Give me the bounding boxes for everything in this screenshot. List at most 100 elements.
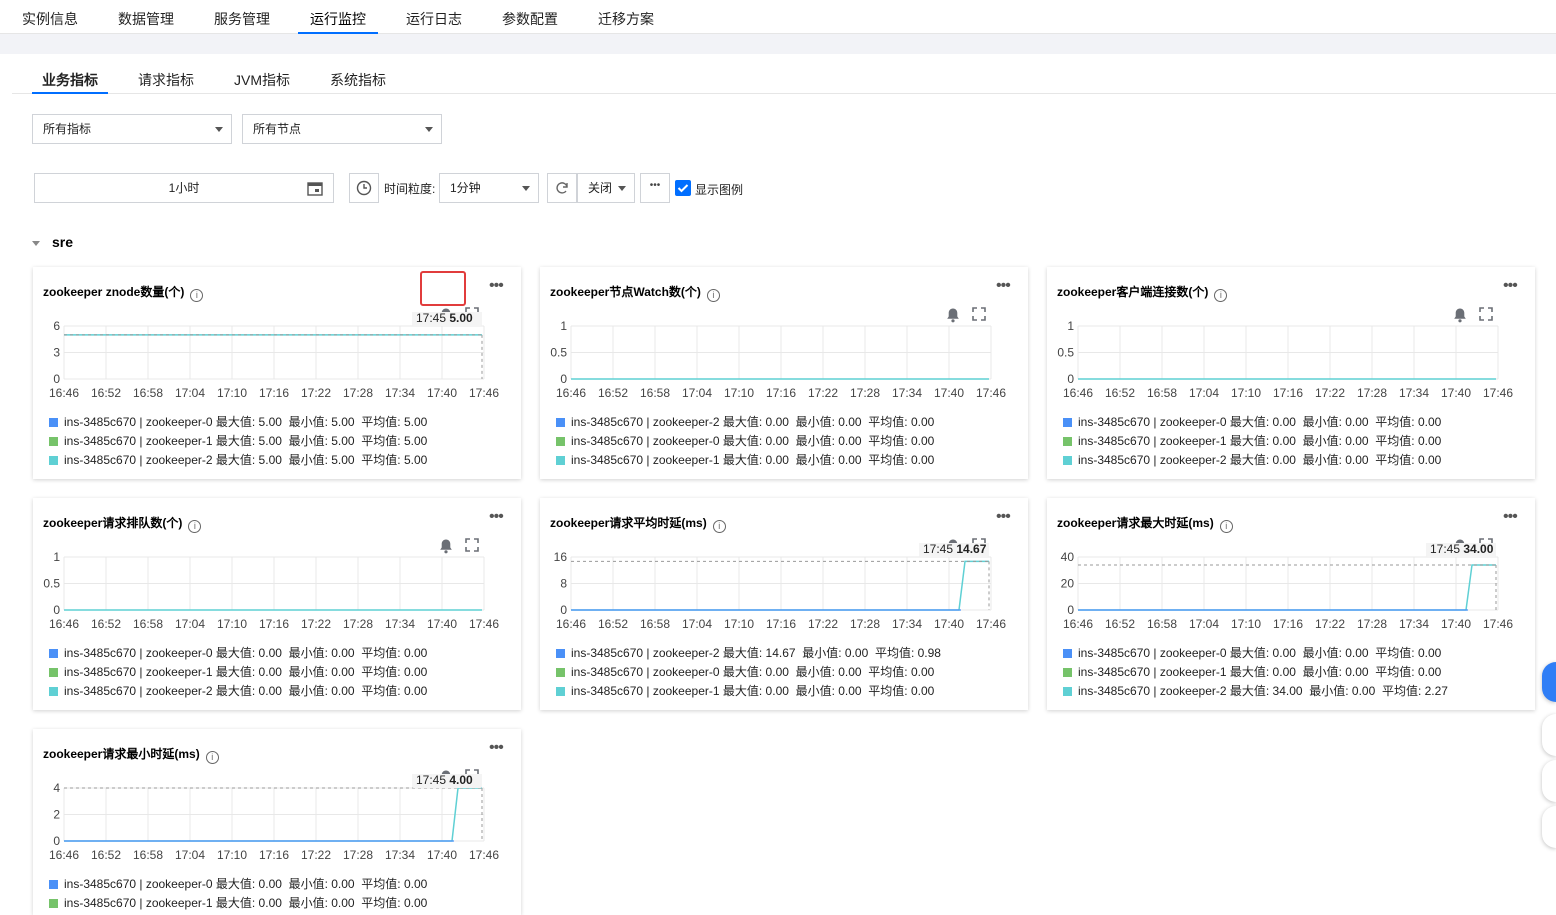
float-button-4[interactable] (1542, 806, 1556, 848)
legend-item[interactable]: ins-3485c670 | zookeeper-1 最大值: 0.00 最小值… (49, 663, 427, 680)
time-range-picker[interactable]: 1小时 (34, 173, 334, 203)
info-icon[interactable]: i (712, 520, 726, 533)
legend-name: ins-3485c670 | zookeeper-1 (64, 665, 213, 679)
more-icon[interactable]: ••• (1503, 509, 1521, 526)
legend-item[interactable]: ins-3485c670 | zookeeper-1 最大值: 0.00 最小值… (1063, 663, 1441, 680)
legend-item[interactable]: ins-3485c670 | zookeeper-0 最大值: 0.00 最小值… (556, 432, 934, 449)
legend-item[interactable]: ins-3485c670 | zookeeper-0 最大值: 0.00 最小值… (49, 644, 427, 661)
legend-item[interactable]: ins-3485c670 | zookeeper-2 最大值: 0.00 最小值… (556, 413, 934, 430)
legend-stats: 最大值: 0.00 最小值: 0.00 平均值: 0.00 (215, 896, 428, 910)
y-tick-label: 0 (53, 603, 60, 617)
legend-swatch (49, 418, 58, 427)
legend-item[interactable]: ins-3485c670 | zookeeper-0 最大值: 0.00 最小值… (1063, 644, 1441, 661)
legend-item[interactable]: ins-3485c670 | zookeeper-2 最大值: 5.00 最小值… (49, 451, 427, 468)
top-tab-3[interactable]: 运行监控 (298, 0, 378, 34)
line-chart: 40 20 016:46 16:52 16:58 17:04 17:10 17:16 17:22… (1061, 543, 1513, 631)
y-tick-label: 0 (1067, 603, 1074, 617)
x-tick-label: 16:52 (91, 617, 121, 631)
x-tick-label: 16:58 (1147, 386, 1177, 400)
float-button-chat[interactable] (1542, 662, 1556, 702)
sub-tab-3[interactable]: 系统指标 (320, 70, 396, 94)
more-icon[interactable]: ••• (996, 278, 1014, 295)
info-icon[interactable]: i (1219, 520, 1233, 533)
info-icon[interactable]: i (205, 751, 219, 764)
x-tick-label: 17:04 (175, 386, 205, 400)
legend-swatch (49, 880, 58, 889)
legend-swatch (49, 456, 58, 465)
legend-item[interactable]: ins-3485c670 | zookeeper-1 最大值: 0.00 最小值… (1063, 432, 1441, 449)
tooltip: 17:45 34.00 (1426, 543, 1496, 557)
tooltip-value: 14.67 (956, 543, 986, 556)
info-icon[interactable]: i (706, 289, 720, 302)
legend-item[interactable]: ins-3485c670 | zookeeper-1 最大值: 0.00 最小值… (556, 682, 934, 699)
top-tab-2[interactable]: 服务管理 (202, 0, 282, 34)
legend-item[interactable]: ins-3485c670 | zookeeper-2 最大值: 0.00 最小值… (1063, 451, 1441, 468)
sub-tab-1[interactable]: 请求指标 (128, 70, 204, 94)
metric-select[interactable]: 所有指标 (32, 114, 232, 144)
info-icon[interactable]: i (1214, 289, 1228, 302)
legend-name: ins-3485c670 | zookeeper-0 (571, 434, 720, 448)
top-tab-6[interactable]: 迁移方案 (586, 0, 666, 34)
chart-title: zookeeper请求排队数(个) i (43, 514, 202, 533)
chevron-down-icon (215, 127, 223, 132)
sub-tab-0[interactable]: 业务指标 (32, 70, 108, 94)
line-chart: 4 2 016:46 16:52 16:58 17:04 17:10 17:16 17:22 17… (49, 774, 499, 862)
info-icon[interactable]: i (188, 520, 202, 533)
float-button-3[interactable] (1542, 760, 1556, 802)
x-tick-label: 17:28 (343, 386, 373, 400)
legend-item[interactable]: ins-3485c670 | zookeeper-2 最大值: 34.00 最小… (1063, 682, 1448, 699)
legend-name: ins-3485c670 | zookeeper-1 (64, 896, 213, 910)
auto-refresh-select[interactable]: 关闭 (577, 173, 635, 203)
x-tick-label: 17:22 (301, 617, 331, 631)
legend-item[interactable]: ins-3485c670 | zookeeper-0 最大值: 0.00 最小值… (49, 875, 427, 892)
more-icon[interactable]: ••• (489, 509, 507, 526)
chart-title: zookeeper客户端连接数(个) i (1057, 283, 1228, 302)
x-tick-label: 17:46 (1483, 617, 1513, 631)
x-tick-label: 17:28 (343, 617, 373, 631)
more-icon[interactable]: ••• (1503, 278, 1521, 295)
legend-stats: 最大值: 0.00 最小值: 0.00 平均值: 0.00 (1229, 415, 1442, 429)
x-tick-label: 17:40 (427, 617, 457, 631)
chart-title: zookeeper znode数量(个) i (43, 283, 204, 302)
check-icon (677, 184, 689, 193)
x-tick-label: 16:58 (1147, 617, 1177, 631)
auto-refresh-value: 关闭 (588, 181, 613, 195)
x-tick-label: 17:28 (850, 617, 880, 631)
legend-item[interactable]: ins-3485c670 | zookeeper-1 最大值: 0.00 最小值… (556, 451, 934, 468)
section-title: sre (52, 234, 74, 250)
legend-item[interactable]: ins-3485c670 | zookeeper-2 最大值: 0.00 最小值… (49, 682, 427, 699)
top-tab-1[interactable]: 数据管理 (106, 0, 186, 34)
legend-item[interactable]: ins-3485c670 | zookeeper-1 最大值: 5.00 最小值… (49, 432, 427, 449)
x-tick-label: 16:46 (1063, 617, 1093, 631)
granularity-select[interactable]: 1分钟 (439, 173, 539, 203)
chart-title: zookeeper请求最大时延(ms) i (1057, 514, 1233, 533)
x-tick-label: 16:58 (133, 848, 163, 862)
refresh-button[interactable] (547, 173, 577, 203)
x-tick-label: 17:34 (385, 386, 415, 400)
more-button[interactable]: ••• (640, 173, 670, 203)
legend-item[interactable]: ins-3485c670 | zookeeper-0 最大值: 5.00 最小值… (49, 413, 427, 430)
x-tick-label: 17:04 (1189, 386, 1219, 400)
sub-tab-2[interactable]: JVM指标 (224, 70, 300, 94)
chart-title-text: zookeeper节点Watch数(个) (550, 285, 701, 299)
legend-item[interactable]: ins-3485c670 | zookeeper-0 最大值: 0.00 最小值… (1063, 413, 1441, 430)
top-tab-0[interactable]: 实例信息 (10, 0, 90, 34)
info-icon[interactable]: i (190, 289, 204, 302)
clock-button[interactable] (349, 173, 379, 203)
legend-item[interactable]: ins-3485c670 | zookeeper-0 最大值: 0.00 最小值… (556, 663, 934, 680)
top-tab-5[interactable]: 参数配置 (490, 0, 570, 34)
more-icon[interactable]: ••• (996, 509, 1014, 526)
legend-item[interactable]: ins-3485c670 | zookeeper-2 最大值: 14.67 最小… (556, 644, 941, 661)
legend-swatch (556, 649, 565, 658)
float-button-2[interactable] (1542, 714, 1556, 756)
legend-stats: 最大值: 0.00 最小值: 0.00 平均值: 0.00 (215, 684, 428, 698)
show-legend-checkbox[interactable] (675, 180, 691, 196)
node-select[interactable]: 所有节点 (242, 114, 442, 144)
more-icon[interactable]: ••• (489, 278, 507, 295)
section-header[interactable]: sre (32, 234, 73, 250)
legend-item[interactable]: ins-3485c670 | zookeeper-1 最大值: 0.00 最小值… (49, 894, 427, 911)
legend-stats: 最大值: 0.00 最小值: 0.00 平均值: 0.00 (215, 665, 428, 679)
top-tab-4[interactable]: 运行日志 (394, 0, 474, 34)
x-tick-label: 16:52 (1105, 386, 1135, 400)
more-icon[interactable]: ••• (489, 740, 507, 757)
